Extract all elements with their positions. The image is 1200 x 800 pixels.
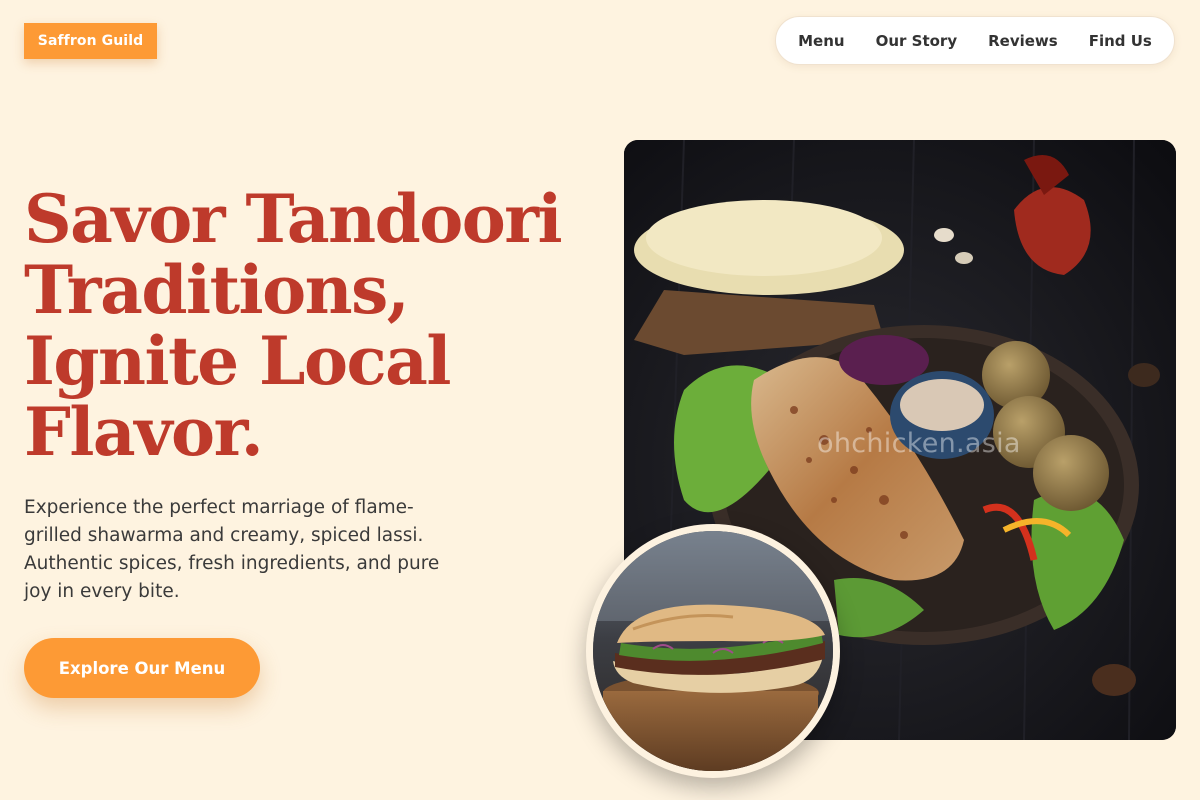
brand-logo[interactable]: Saffron Guild: [24, 23, 157, 59]
inset-sandwich-photo: [586, 524, 840, 778]
hero-title-line: Savor Tandoori: [24, 180, 563, 258]
landing-page: Saffron Guild Menu Our Story Reviews Fin…: [0, 0, 1200, 800]
nav-link-our-story[interactable]: Our Story: [876, 32, 958, 50]
nav-link-menu[interactable]: Menu: [798, 32, 844, 50]
hero-title-line: Traditions,: [24, 251, 410, 329]
main-nav: Menu Our Story Reviews Find Us: [775, 16, 1175, 65]
hero-description: Experience the perfect marriage of flame…: [24, 497, 440, 602]
hero-title-line: Flavor.: [24, 393, 264, 471]
inset-photo-image: [593, 531, 833, 771]
explore-menu-button[interactable]: Explore Our Menu: [24, 638, 260, 698]
nav-link-find-us[interactable]: Find Us: [1089, 32, 1152, 50]
photo-watermark: ohchicken.asia: [817, 428, 1021, 459]
hero-title: Savor Tandoori Traditions, Ignite Local …: [24, 184, 584, 468]
hero-title-line: Ignite Local: [24, 322, 452, 400]
nav-link-reviews[interactable]: Reviews: [988, 32, 1058, 50]
